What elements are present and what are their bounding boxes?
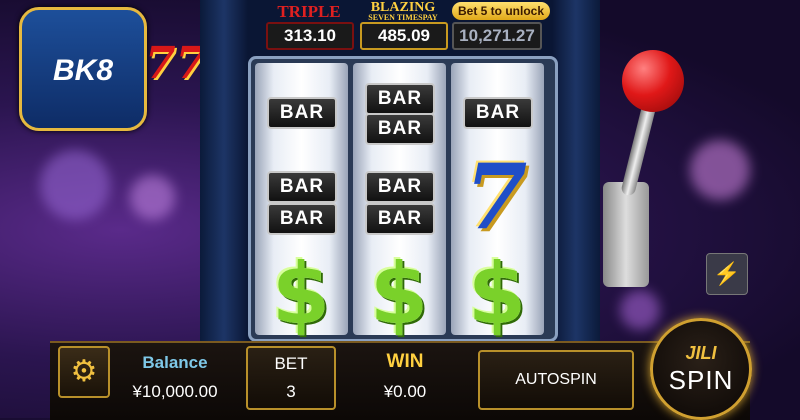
jackpot-sublabel: SEVEN TIMESPAY	[368, 13, 438, 22]
autospin-button[interactable]: AUTOSPIN	[478, 350, 634, 410]
background-light	[690, 140, 750, 200]
bar-symbol: BAR	[365, 83, 435, 115]
bet-value: 3	[286, 382, 296, 401]
balance-value: ¥10,000.00	[132, 382, 218, 401]
spin-label: SPIN	[668, 365, 734, 395]
dollar-symbol: $	[271, 245, 331, 343]
bar-symbol: BAR	[365, 171, 435, 203]
logo-text: BK8	[52, 54, 113, 87]
reel-1: BAR BAR BAR $	[255, 63, 348, 339]
background-light	[40, 150, 110, 220]
background-light	[620, 290, 660, 330]
bet-selector[interactable]: BET 3	[246, 346, 336, 410]
jackpot-value: 10,271.27	[452, 22, 542, 50]
bk8-logo: BK8	[19, 7, 147, 131]
spin-brand: JILI	[685, 343, 717, 363]
lever-base	[603, 182, 649, 287]
bar-symbol: BAR	[267, 203, 337, 235]
spin-button[interactable]: JILI SPIN	[650, 318, 752, 420]
bar-symbol: BAR	[365, 113, 435, 145]
sevens-decoration: 77	[145, 38, 207, 89]
jackpot-blazing: BLAZING SEVEN TIMESPAY 485.09	[360, 0, 448, 50]
seven-symbol: 7	[464, 144, 528, 250]
bet-to-unlock-badge: Bet 5 to unlock	[452, 2, 550, 20]
jackpot-value: 313.10	[266, 22, 354, 50]
jackpot-meters: TRIPLE 313.10 BLAZING SEVEN TIMESPAY 485…	[262, 0, 552, 52]
dollar-symbol: $	[369, 245, 429, 343]
jackpot-triple: TRIPLE 313.10	[266, 0, 354, 50]
lightning-icon[interactable]: ⚡	[706, 253, 748, 295]
bar-symbol: BAR	[463, 97, 533, 129]
jackpot-label: TRIPLE	[277, 2, 341, 21]
win-value: ¥0.00	[383, 382, 427, 401]
gear-icon[interactable]: ⚙	[58, 346, 110, 398]
reel-3: BAR 7 $	[451, 63, 544, 339]
dollar-symbol: $	[467, 245, 527, 343]
bar-symbol: BAR	[267, 97, 337, 129]
jackpot-value: 485.09	[360, 22, 448, 50]
reel-window: BAR BAR BAR $ BAR BAR BAR BAR $ BAR 7 $	[248, 56, 558, 342]
win-label: WIN	[386, 351, 424, 372]
bar-symbol: BAR	[267, 171, 337, 203]
lever-handle[interactable]	[622, 50, 684, 112]
reel-2: BAR BAR BAR BAR $	[353, 63, 446, 339]
background-light	[130, 175, 175, 220]
balance-label: Balance	[142, 353, 208, 372]
bet-label: BET	[274, 354, 308, 373]
bar-symbol: BAR	[365, 203, 435, 235]
